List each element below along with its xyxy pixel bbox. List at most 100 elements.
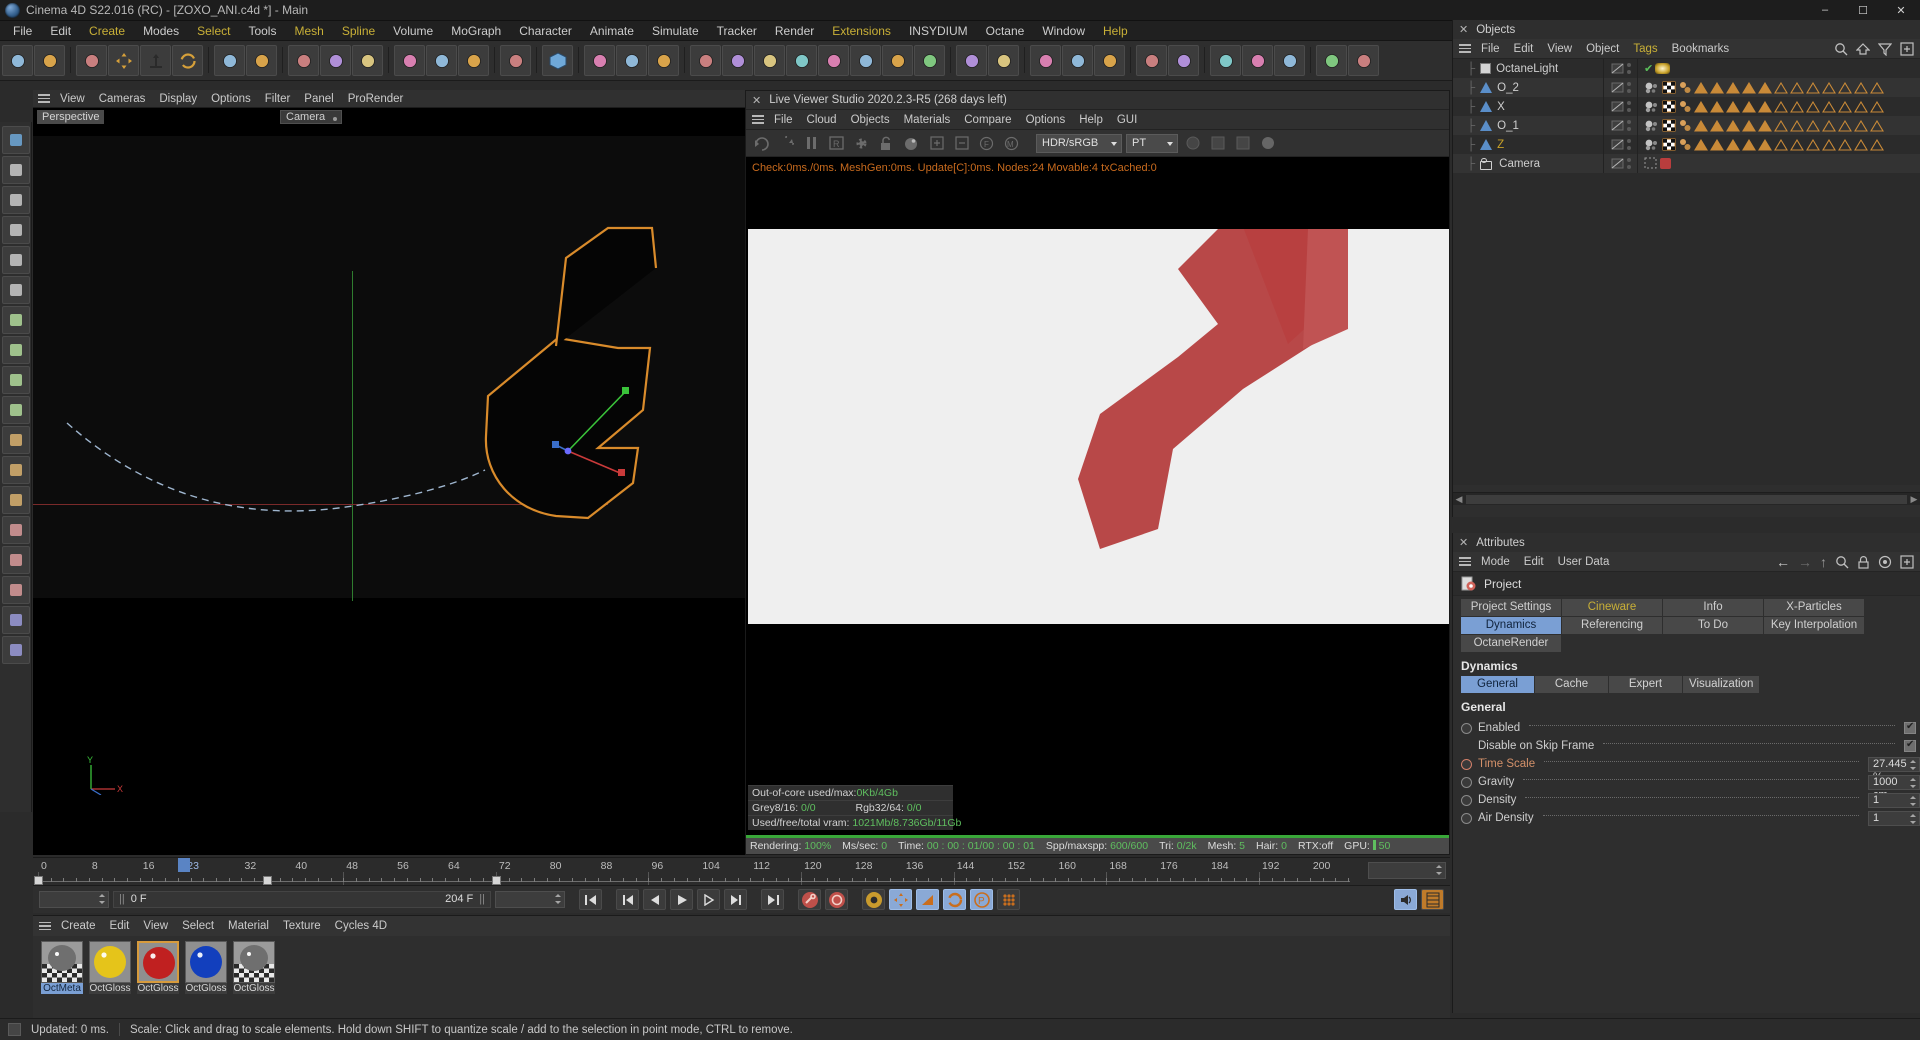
menu-octane[interactable]: Octane bbox=[977, 21, 1034, 41]
octane-node-icon[interactable] bbox=[1274, 45, 1305, 76]
plane-tool-icon[interactable] bbox=[1, 306, 30, 334]
magnet-tool-icon[interactable] bbox=[1, 486, 30, 514]
attr-tab-cineware[interactable]: Cineware bbox=[1562, 599, 1662, 616]
undo-icon[interactable] bbox=[2, 45, 33, 76]
menu-edit[interactable]: Edit bbox=[103, 916, 137, 936]
lasso-select-tool-icon[interactable] bbox=[1, 186, 30, 214]
octane-camera-tag-icon[interactable] bbox=[1660, 158, 1671, 169]
go-to-start-button[interactable] bbox=[579, 889, 602, 910]
keyframe-tag-icon[interactable] bbox=[1870, 119, 1884, 132]
property-checkbox[interactable] bbox=[1904, 721, 1916, 734]
dynamics-tab-visualization[interactable]: Visualization bbox=[1683, 676, 1760, 693]
object-name-cell[interactable]: ├ O_1 bbox=[1453, 120, 1603, 132]
protection-tag-icon[interactable] bbox=[1644, 157, 1658, 170]
keyframe-tag-icon[interactable] bbox=[1758, 81, 1772, 94]
render-view-icon[interactable] bbox=[584, 45, 615, 76]
menu-bookmarks[interactable]: Bookmarks bbox=[1665, 39, 1737, 59]
deformer-icon[interactable] bbox=[818, 45, 849, 76]
material-item[interactable]: OctMeta bbox=[41, 941, 83, 994]
menu-file[interactable]: File bbox=[4, 21, 41, 41]
keyframe-tag-icon[interactable] bbox=[1822, 81, 1836, 94]
plus-icon[interactable] bbox=[1900, 41, 1914, 56]
material-item[interactable]: OctGloss bbox=[89, 941, 131, 994]
keyframe-tag-icon[interactable] bbox=[1854, 119, 1868, 132]
menu-user-data[interactable]: User Data bbox=[1551, 552, 1617, 572]
timeline-key-marker[interactable] bbox=[491, 876, 501, 885]
keyframe-tag-icon[interactable] bbox=[1774, 138, 1788, 151]
keyframe-tag-icon[interactable] bbox=[1822, 100, 1836, 113]
menu-create[interactable]: Create bbox=[80, 21, 134, 41]
dynamics-tab-general[interactable]: General bbox=[1461, 676, 1534, 693]
zoom-in-icon[interactable] bbox=[926, 133, 947, 154]
live-viewer-close-icon[interactable]: ✕ bbox=[752, 94, 761, 107]
menu-select[interactable]: Select bbox=[175, 916, 221, 936]
property-value-field[interactable]: 1000 cm bbox=[1868, 774, 1920, 801]
layer-swatch-icon[interactable] bbox=[1611, 119, 1624, 132]
property-radio[interactable] bbox=[1461, 722, 1472, 734]
object-name-cell[interactable]: ├ X bbox=[1453, 101, 1603, 113]
transform-gizmo[interactable] bbox=[538, 373, 648, 483]
target-icon[interactable] bbox=[1878, 555, 1892, 569]
property-radio[interactable] bbox=[1461, 776, 1472, 788]
keyframe-tag-icon[interactable] bbox=[1806, 119, 1820, 132]
visibility-toggle-dots[interactable] bbox=[1626, 120, 1631, 131]
keyframe-tag-icon[interactable] bbox=[1758, 138, 1772, 151]
menu-cloud[interactable]: Cloud bbox=[800, 111, 844, 129]
keyframe-tag-icon[interactable] bbox=[1774, 81, 1788, 94]
snap-tool-icon[interactable] bbox=[1, 426, 30, 454]
dynamics-tab-expert[interactable]: Expert bbox=[1609, 676, 1682, 693]
layer-swatch-icon[interactable] bbox=[1611, 138, 1624, 151]
keyframe-tag-icon[interactable] bbox=[1694, 138, 1708, 151]
keyframe-tag-icon[interactable] bbox=[1838, 100, 1852, 113]
primitive-cube-icon[interactable] bbox=[690, 45, 721, 76]
lock-icon[interactable] bbox=[876, 133, 897, 154]
menu-texture[interactable]: Texture bbox=[276, 916, 328, 936]
octane-object-tag-icon[interactable] bbox=[1678, 81, 1692, 94]
object-row[interactable]: ├ OctaneLight ✔ bbox=[1453, 59, 1920, 78]
menu-tools[interactable]: Tools bbox=[239, 21, 285, 41]
octane-object-tag-icon[interactable] bbox=[1678, 119, 1692, 132]
texture-tag-icon[interactable] bbox=[1662, 138, 1676, 151]
viewport-hamburger-icon[interactable] bbox=[35, 92, 53, 106]
spline-pen-icon[interactable] bbox=[722, 45, 753, 76]
keyframe-tag-icon[interactable] bbox=[1806, 100, 1820, 113]
object-tags[interactable] bbox=[1638, 119, 1884, 132]
octane-object-tag-icon[interactable] bbox=[1678, 138, 1692, 151]
restart-render-icon[interactable] bbox=[751, 133, 772, 154]
object-tags[interactable] bbox=[1638, 138, 1884, 151]
timeline-ruler[interactable]: 0 8 16 23 32 40 48 56 64 72 80 88 96 104 112 120 128 136 1… bbox=[33, 857, 1450, 886]
object-visibility-dots[interactable] bbox=[1603, 135, 1638, 154]
object-visibility-dots[interactable] bbox=[1603, 116, 1638, 135]
keyframe-tag-icon[interactable] bbox=[1790, 119, 1804, 132]
maximize-button[interactable]: ☐ bbox=[1844, 0, 1882, 21]
property-stepper[interactable] bbox=[1910, 795, 1918, 807]
polygon-mode-icon[interactable] bbox=[458, 45, 489, 76]
keyframe-tag-icon[interactable] bbox=[1758, 100, 1772, 113]
menu-file[interactable]: File bbox=[1474, 39, 1507, 59]
menu-object[interactable]: Object bbox=[1579, 39, 1626, 59]
menu-tags[interactable]: Tags bbox=[1626, 39, 1664, 59]
layers-icon[interactable] bbox=[1232, 133, 1253, 154]
step-back-button[interactable] bbox=[643, 889, 666, 910]
object-visibility-dots[interactable] bbox=[1603, 78, 1638, 97]
attributes-hamburger-icon[interactable] bbox=[1456, 555, 1474, 569]
attr-tab-dynamics[interactable]: Dynamics bbox=[1461, 617, 1561, 634]
measure-tool-icon[interactable] bbox=[1, 336, 30, 364]
object-tags[interactable] bbox=[1638, 100, 1884, 113]
attr-tab-referencing[interactable]: Referencing bbox=[1562, 617, 1662, 634]
object-visibility-dots[interactable] bbox=[1603, 97, 1638, 116]
world-coord-icon[interactable] bbox=[246, 45, 277, 76]
character-icon[interactable] bbox=[1094, 45, 1125, 76]
scroll-right-icon[interactable]: ▶ bbox=[1908, 494, 1920, 505]
menu-filter[interactable]: Filter bbox=[258, 90, 298, 108]
keyframe-tag-icon[interactable] bbox=[1726, 100, 1740, 113]
material-swatch[interactable] bbox=[41, 941, 83, 983]
key-rotation-button[interactable] bbox=[943, 889, 966, 910]
uv-tool-icon[interactable] bbox=[1, 606, 30, 634]
scroll-thumb[interactable] bbox=[1466, 494, 1907, 504]
attr-tab-project-settings[interactable]: Project Settings bbox=[1461, 599, 1561, 616]
keyframe-tag-icon[interactable] bbox=[1694, 119, 1708, 132]
pause-render-icon[interactable] bbox=[801, 133, 822, 154]
menu-display[interactable]: Display bbox=[152, 90, 204, 108]
move-icon[interactable] bbox=[108, 45, 139, 76]
